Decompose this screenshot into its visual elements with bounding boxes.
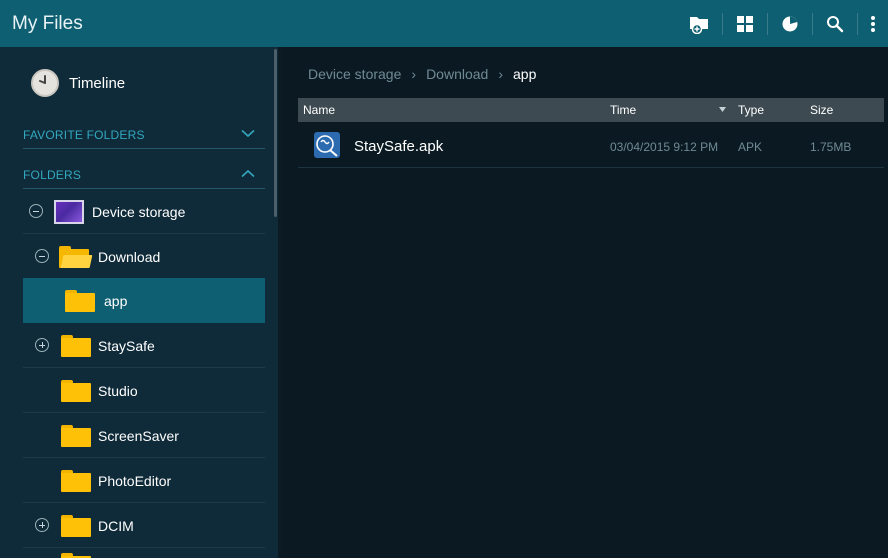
breadcrumb-separator: › bbox=[411, 66, 417, 82]
tree-item-label: Download bbox=[98, 249, 161, 265]
breadcrumb-separator: › bbox=[498, 66, 503, 82]
action-buttons bbox=[678, 0, 888, 47]
tree-item-label: DCIM bbox=[98, 518, 134, 534]
add-folder-icon bbox=[690, 16, 708, 34]
tree-item-app[interactable]: app bbox=[23, 278, 265, 323]
breadcrumb-app: app bbox=[513, 66, 537, 82]
chevron-down-icon bbox=[241, 129, 255, 138]
tree-item-label: app bbox=[104, 293, 128, 309]
breadcrumb-download[interactable]: Download bbox=[426, 66, 488, 82]
file-type: APK bbox=[738, 140, 763, 154]
breadcrumb: Device storage › Download › app bbox=[308, 66, 536, 82]
app-title: My Files bbox=[12, 13, 83, 34]
tree-item-label: ScreenSaver bbox=[98, 428, 179, 444]
more-options-icon bbox=[871, 15, 875, 32]
folders-header[interactable]: FOLDERS bbox=[23, 159, 265, 189]
column-time-header[interactable]: Time bbox=[610, 103, 636, 117]
search-icon bbox=[827, 15, 844, 32]
tree-item-label: Device storage bbox=[92, 204, 186, 220]
tree-item-device-storage[interactable]: Device storage bbox=[23, 189, 265, 234]
apk-file-icon bbox=[314, 132, 340, 158]
storage-usage-button[interactable] bbox=[768, 0, 812, 47]
folder-icon bbox=[61, 380, 91, 402]
column-header: Name Time Type Size bbox=[298, 98, 884, 122]
timeline-item[interactable]: Timeline bbox=[0, 47, 272, 119]
chevron-up-icon bbox=[241, 169, 255, 178]
expand-icon[interactable] bbox=[35, 338, 49, 352]
folder-icon bbox=[61, 515, 91, 537]
storage-usage-icon bbox=[782, 16, 798, 31]
sidebar-scrollbar[interactable] bbox=[274, 49, 277, 217]
folder-icon bbox=[61, 470, 91, 492]
tree-item-staysafe[interactable]: StaySafe bbox=[23, 323, 265, 368]
breadcrumb-device-storage[interactable]: Device storage bbox=[308, 66, 401, 82]
file-size: 1.75MB bbox=[810, 140, 852, 154]
view-mode-button[interactable] bbox=[723, 0, 767, 47]
favorite-folders-label: FAVORITE FOLDERS bbox=[23, 128, 145, 142]
search-button[interactable] bbox=[813, 0, 857, 47]
file-row[interactable]: StaySafe.apk 03/04/2015 9:12 PM APK 1.75… bbox=[298, 123, 884, 168]
collapse-icon[interactable] bbox=[35, 249, 49, 263]
tree-item-screensaver[interactable]: ScreenSaver bbox=[23, 413, 265, 458]
file-time: 03/04/2015 9:12 PM bbox=[610, 140, 719, 154]
grid-view-icon bbox=[737, 15, 753, 32]
favorite-folders-header[interactable]: FAVORITE FOLDERS bbox=[23, 119, 265, 149]
column-type-header[interactable]: Type bbox=[738, 103, 764, 117]
folder-icon bbox=[61, 335, 91, 357]
collapse-icon[interactable] bbox=[29, 204, 43, 218]
tree-item-label: PhotoEditor bbox=[98, 473, 172, 489]
folder-icon bbox=[61, 425, 91, 447]
file-name: StaySafe.apk bbox=[354, 138, 444, 155]
timeline-label: Timeline bbox=[69, 75, 126, 92]
add-folder-button[interactable] bbox=[678, 0, 722, 47]
my-files-app: My Files Timeline FAVORITE FOLDERS FOLDE… bbox=[0, 0, 888, 558]
sort-descending-icon[interactable] bbox=[719, 107, 726, 112]
clock-icon bbox=[31, 69, 59, 97]
tree-item-label: StaySafe bbox=[98, 338, 155, 354]
file-list-pane: Device storage › Download › app Name Tim… bbox=[282, 47, 888, 558]
folder-icon bbox=[61, 553, 91, 558]
tree-item-label: Studio bbox=[98, 383, 138, 399]
column-size-header[interactable]: Size bbox=[810, 103, 833, 117]
folder-sidebar: Timeline FAVORITE FOLDERS FOLDERS Device… bbox=[0, 47, 278, 558]
folders-label: FOLDERS bbox=[23, 168, 82, 182]
expand-icon[interactable] bbox=[35, 518, 49, 532]
tree-item-studio[interactable]: Studio bbox=[23, 368, 265, 413]
action-bar: My Files bbox=[0, 0, 888, 47]
tree-item-download[interactable]: Download bbox=[23, 234, 265, 279]
open-folder-icon bbox=[59, 246, 93, 268]
folder-icon bbox=[65, 290, 95, 312]
device-storage-icon bbox=[54, 200, 84, 224]
tree-item-dcim[interactable]: DCIM bbox=[23, 503, 265, 548]
more-options-button[interactable] bbox=[858, 0, 888, 47]
tree-item-photoeditor[interactable]: PhotoEditor bbox=[23, 458, 265, 503]
column-name-header[interactable]: Name bbox=[303, 103, 335, 117]
